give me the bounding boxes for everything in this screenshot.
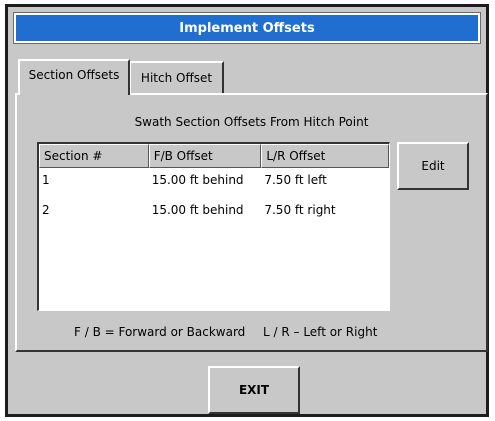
section-offsets-panel: Swath Section Offsets From Hitch Point S…	[15, 93, 488, 352]
legend-lr: L / R – Left or Right	[263, 325, 378, 339]
panel-title: Swath Section Offsets From Hitch Point	[134, 115, 369, 129]
column-header-fb-offset[interactable]: F/B Offset	[148, 144, 262, 168]
table-row[interactable]: 1 15.00 ft behind 7.50 ft left	[39, 170, 389, 190]
cell-lr-offset: 7.50 ft right	[264, 203, 336, 217]
cell-fb-offset: 15.00 ft behind	[151, 203, 244, 217]
cell-lr-offset: 7.50 ft left	[264, 173, 327, 187]
offsets-table[interactable]: Section # F/B Offset L/R Offset 1 15.00 …	[37, 142, 390, 311]
window-title: Implement Offsets	[14, 13, 480, 43]
tab-section-offsets[interactable]: Section Offsets	[18, 59, 130, 95]
cell-fb-offset: 15.00 ft behind	[151, 173, 244, 187]
cell-section: 2	[42, 203, 50, 217]
cell-section: 1	[42, 173, 50, 187]
table-row[interactable]: 2 15.00 ft behind 7.50 ft right	[39, 200, 389, 220]
column-header-section[interactable]: Section #	[39, 144, 149, 168]
table-header: Section # F/B Offset L/R Offset	[39, 144, 389, 168]
column-header-lr-offset[interactable]: L/R Offset	[261, 144, 389, 168]
exit-button[interactable]: EXIT	[208, 366, 300, 414]
tab-hitch-offset[interactable]: Hitch Offset	[130, 61, 224, 93]
edit-button[interactable]: Edit	[397, 142, 469, 190]
implement-offsets-window: Implement Offsets Section Offsets Hitch …	[5, 4, 489, 417]
legend-fb: F / B = Forward or Backward	[74, 325, 246, 339]
